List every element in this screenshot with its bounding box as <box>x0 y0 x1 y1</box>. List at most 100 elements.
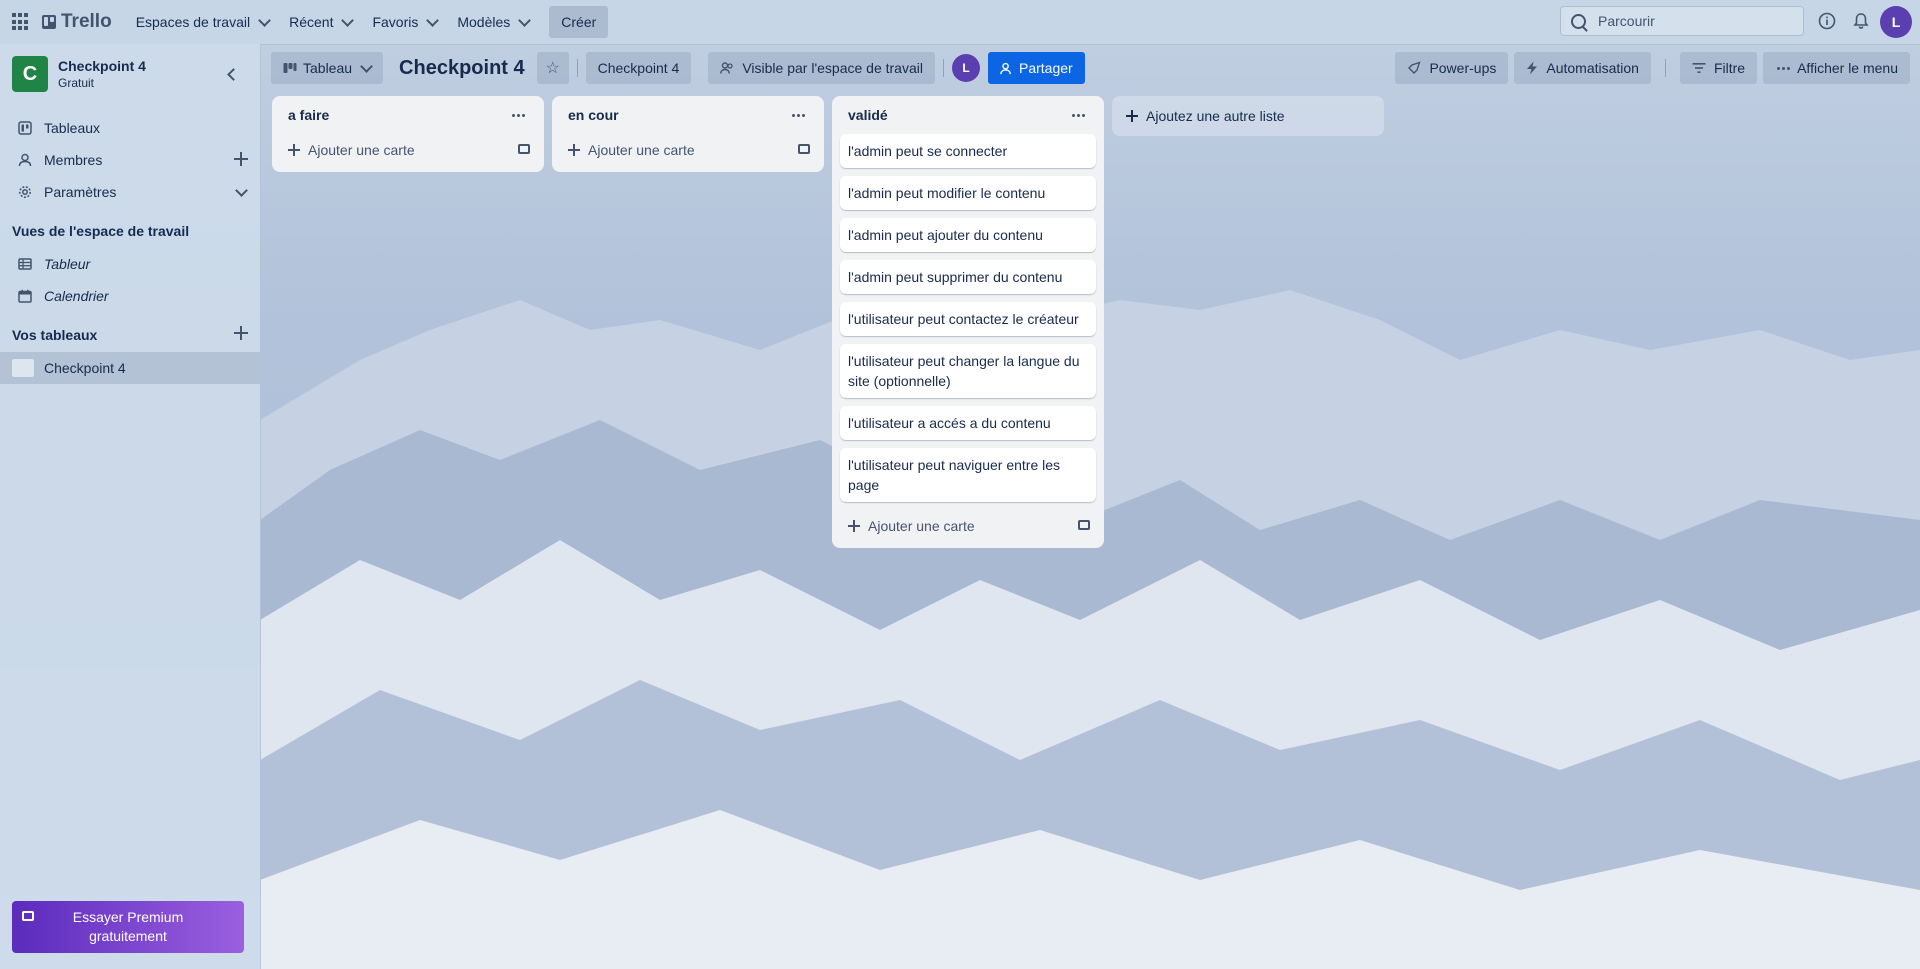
star-board-icon[interactable]: ☆ <box>536 52 569 84</box>
list-actions-icon[interactable] <box>506 106 530 124</box>
create-button[interactable]: Créer <box>549 6 609 38</box>
workspace-name-block: Checkpoint 4 Gratuit <box>58 58 146 90</box>
powerups-button[interactable]: Power-ups <box>1395 52 1509 84</box>
sidebar-item-boards[interactable]: Tableaux <box>0 112 260 144</box>
board-view-icon <box>283 63 297 73</box>
sidebar-item-label: Membres <box>44 152 103 168</box>
info-icon[interactable] <box>1818 12 1836 30</box>
plus-icon <box>568 144 580 156</box>
card[interactable]: l'admin peut supprimer du contenu <box>840 260 1096 294</box>
gift-icon <box>22 911 34 921</box>
add-member-plus-icon[interactable] <box>234 152 248 166</box>
trello-logo[interactable]: Trello <box>42 11 112 33</box>
sidebar-item-label: Tableaux <box>44 120 101 136</box>
card[interactable]: l'utilisateur peut contactez le créateur <box>840 302 1096 336</box>
trello-logo-text: Trello <box>61 11 112 32</box>
card-template-icon[interactable] <box>518 144 530 154</box>
sidebar-item-members[interactable]: Membres <box>0 144 260 176</box>
card[interactable]: l'admin peut se connecter <box>840 134 1096 168</box>
sidebar-board-label: Checkpoint 4 <box>44 360 126 376</box>
header-divider <box>942 59 944 77</box>
collapse-sidebar-icon[interactable] <box>227 68 240 81</box>
list-header[interactable]: en cour <box>560 96 816 134</box>
board-member-avatar[interactable]: L <box>951 54 980 82</box>
search-input[interactable]: Parcourir <box>1560 6 1804 36</box>
workspace-button[interactable]: Checkpoint 4 <box>585 52 692 84</box>
card[interactable]: l'admin peut ajouter du contenu <box>840 218 1096 252</box>
workspace-name[interactable]: Checkpoint 4 <box>58 58 146 74</box>
chevron-down-icon <box>426 13 440 27</box>
board-header: Tableau Checkpoint 4 ☆ Checkpoint 4 Visi… <box>261 44 1920 92</box>
menu-templates[interactable]: Modèles <box>447 6 539 38</box>
powerups-label: Power-ups <box>1429 60 1497 76</box>
user-avatar[interactable]: L <box>1880 6 1912 38</box>
add-board-plus-icon[interactable] <box>234 326 248 340</box>
list-actions-icon[interactable] <box>786 106 810 124</box>
trello-logo-icon <box>42 15 56 29</box>
sidebar-item-settings[interactable]: Paramètres <box>0 176 260 208</box>
board-thumbnail <box>12 359 34 377</box>
list-actions-icon[interactable] <box>1066 106 1090 124</box>
workspace-sidebar: C Checkpoint 4 Gratuit Tableaux Membres … <box>0 44 261 969</box>
menu-workspaces[interactable]: Espaces de travail <box>126 6 279 38</box>
share-button[interactable]: Partager <box>987 52 1085 84</box>
lightning-icon <box>1527 61 1538 75</box>
board-title[interactable]: Checkpoint 4 <box>399 57 525 80</box>
search-icon <box>1571 13 1586 29</box>
list-header[interactable]: validé <box>840 96 1096 134</box>
card[interactable]: l'admin peut modifier le contenu <box>840 176 1096 210</box>
menu-workspaces-label: Espaces de travail <box>135 14 251 30</box>
filter-icon <box>1692 63 1706 73</box>
search-placeholder: Parcourir <box>1598 13 1655 29</box>
card[interactable]: l'utilisateur peut naviguer entre les pa… <box>840 448 1096 502</box>
workspace-plan: Gratuit <box>58 76 95 90</box>
list-a-faire: a faire Ajouter une carte <box>272 96 544 172</box>
add-card-label: Ajouter une carte <box>868 518 975 534</box>
person-icon <box>18 153 32 167</box>
sidebar-item-calendar-view[interactable]: Calendrier <box>0 280 260 312</box>
sidebar-board-item[interactable]: Checkpoint 4 <box>0 352 260 384</box>
add-card-button[interactable]: Ajouter une carte <box>840 510 1096 542</box>
visibility-label: Visible par l'espace de travail <box>742 60 923 76</box>
board-icon <box>18 121 32 135</box>
show-menu-button[interactable]: Afficher le menu <box>1763 52 1910 84</box>
your-boards-heading: Vos tableaux <box>0 318 260 352</box>
workspace-logo: C <box>12 56 48 92</box>
add-card-button[interactable]: Ajouter une carte <box>560 134 816 166</box>
gear-icon <box>19 186 31 198</box>
card[interactable]: l'utilisateur peut changer la langue du … <box>840 344 1096 398</box>
notifications-bell-icon[interactable] <box>1852 12 1870 30</box>
sidebar-item-table-view[interactable]: Tableur <box>0 248 260 280</box>
chevron-down-icon[interactable] <box>235 184 248 197</box>
menu-favorites[interactable]: Favoris <box>362 6 447 38</box>
menu-recent[interactable]: Récent <box>279 6 362 38</box>
add-card-button[interactable]: Ajouter une carte <box>280 134 536 166</box>
board-view-label: Tableau <box>303 60 353 76</box>
add-card-label: Ajouter une carte <box>588 142 695 158</box>
plus-icon <box>288 144 300 156</box>
app-switcher-icon[interactable] <box>12 13 30 31</box>
menu-templates-label: Modèles <box>457 14 511 30</box>
calendar-icon <box>18 289 32 303</box>
sidebar-item-label: Paramètres <box>44 184 117 200</box>
add-list-button[interactable]: Ajoutez une autre liste <box>1112 96 1384 136</box>
list-header[interactable]: a faire <box>280 96 536 134</box>
filter-button[interactable]: Filtre <box>1679 52 1758 84</box>
board-view-switcher[interactable]: Tableau <box>271 52 384 84</box>
card[interactable]: l'utilisateur a accés a du contenu <box>840 406 1096 440</box>
try-premium-button[interactable]: Essayer Premium gratuitement <box>12 901 244 953</box>
chevron-down-icon <box>258 13 271 27</box>
chevron-down-icon <box>518 13 532 27</box>
automation-button[interactable]: Automatisation <box>1514 52 1651 84</box>
menu-recent-label: Récent <box>289 14 334 30</box>
group-icon <box>720 62 733 74</box>
visibility-button[interactable]: Visible par l'espace de travail <box>708 52 935 84</box>
card-template-icon[interactable] <box>1078 520 1090 530</box>
list-title: en cour <box>568 107 619 123</box>
plus-icon <box>848 520 860 532</box>
sidebar-item-label: Calendrier <box>44 288 109 304</box>
card-template-icon[interactable] <box>798 144 810 154</box>
plus-icon <box>1126 110 1138 122</box>
main-menu: Espaces de travail Récent Favoris Modèle… <box>126 6 609 38</box>
automation-label: Automatisation <box>1546 60 1639 76</box>
